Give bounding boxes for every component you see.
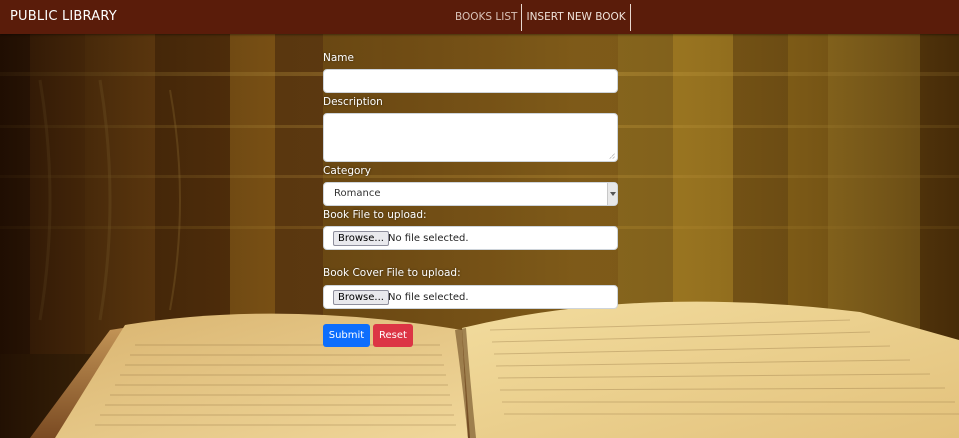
cover-file-status: No file selected. (388, 292, 469, 303)
top-navbar: PUBLIC LIBRARY BOOKS LIST INSERT NEW BOO… (0, 0, 959, 34)
library-background-image (0, 0, 959, 438)
submit-button[interactable]: Submit (323, 324, 370, 347)
category-label: Category (323, 165, 371, 177)
resize-grip-icon[interactable] (609, 153, 615, 159)
category-select[interactable]: Romance (323, 182, 618, 206)
name-label: Name (323, 52, 354, 64)
cover-file-browse-button[interactable]: Browse... (333, 290, 389, 305)
nav-links: BOOKS LIST INSERT NEW BOOK (451, 4, 631, 31)
description-textarea[interactable] (323, 113, 618, 162)
description-label: Description (323, 96, 383, 108)
cover-file-label: Book Cover File to upload: (323, 267, 461, 279)
nav-link-books-list[interactable]: BOOKS LIST (451, 4, 523, 31)
category-selected-value: Romance (334, 188, 381, 199)
book-file-browse-button[interactable]: Browse... (333, 231, 389, 246)
cover-file-input[interactable]: Browse... No file selected. (323, 285, 618, 309)
reset-button[interactable]: Reset (373, 324, 413, 347)
name-input[interactable] (323, 69, 618, 93)
brand-title[interactable]: PUBLIC LIBRARY (10, 9, 117, 24)
book-file-label: Book File to upload: (323, 209, 427, 221)
chevron-down-icon[interactable] (607, 183, 617, 205)
book-file-status: No file selected. (388, 233, 469, 244)
book-file-input[interactable]: Browse... No file selected. (323, 226, 618, 250)
nav-link-insert-new-book[interactable]: INSERT NEW BOOK (522, 4, 631, 31)
